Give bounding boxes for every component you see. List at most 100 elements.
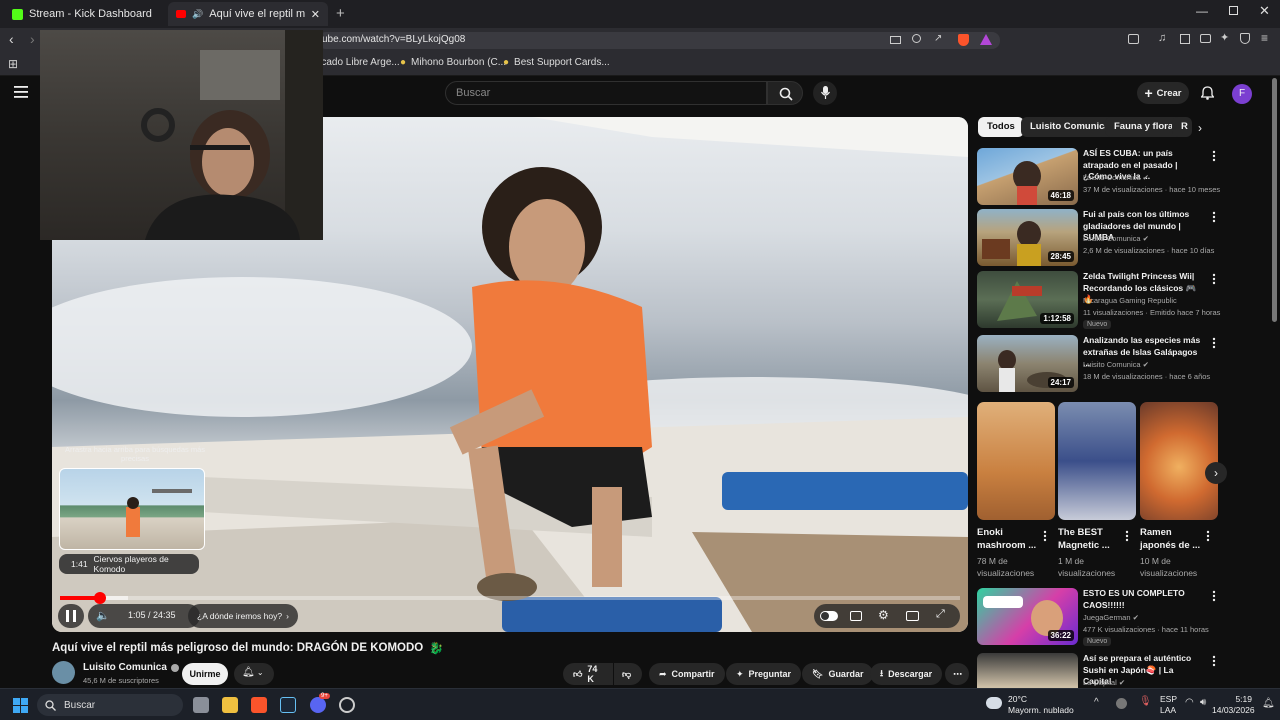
new-tab-button[interactable]: + [336,5,345,22]
more-vertical-icon[interactable] [1211,150,1217,162]
short-thumbnail-magnetic[interactable] [1058,402,1136,520]
steam-icon[interactable] [280,697,296,713]
download-button[interactable]: ⭳ Descargar [870,663,943,685]
miniplayer-icon[interactable] [906,611,919,621]
vpn-icon[interactable] [1240,33,1250,44]
short-title[interactable]: Ramen japonés de ... [1140,526,1202,552]
close-window-button[interactable]: ✕ [1259,3,1270,19]
notifications-bell-icon[interactable] [1201,86,1214,100]
menu-icon[interactable]: ≡ [1261,31,1268,45]
chip-all[interactable]: Todos [978,117,1024,137]
brave-browser-icon[interactable] [251,697,267,713]
recommendation-thumbnail[interactable]: 1:12:58 [977,271,1078,328]
discord-icon[interactable]: 9+ [310,693,330,713]
screenshot-icon[interactable] [1128,34,1139,44]
recommendation-thumbnail[interactable]: 24:17 [977,335,1078,392]
like-button[interactable]: 👍︎ 74 K [563,663,613,685]
chapter-button[interactable]: ¿A dónde iremos hoy? › [188,604,298,628]
weather-desc[interactable]: Mayorm. nublado [1008,705,1074,715]
recommendation-item[interactable]: 1:12:58 Zelda Twilight Princess Wii| Rec… [977,271,1267,333]
more-vertical-icon[interactable] [1211,211,1217,223]
more-vertical-icon[interactable] [1211,655,1217,667]
weather-temp[interactable]: 20°C [1008,694,1027,704]
pause-button[interactable] [58,604,84,628]
account-avatar[interactable]: F [1232,84,1252,104]
search-button[interactable] [767,81,803,105]
dislike-button[interactable]: 👎︎ [614,663,642,685]
recommendation-thumbnail[interactable]: 36:22 [977,588,1078,645]
maximize-button[interactable] [1229,6,1238,15]
music-icon[interactable]: ♫ [1158,32,1166,44]
share-button[interactable]: ➦ Compartir [649,663,725,685]
recommendation-thumbnail[interactable] [977,653,1078,688]
short-title[interactable]: The BEST Magnetic ... [1058,526,1120,552]
chip-more[interactable]: R [1172,117,1192,137]
search-input[interactable]: Buscar [445,81,767,105]
more-vertical-icon[interactable] [1205,530,1211,542]
file-explorer-icon[interactable] [222,697,238,713]
tab-kick-dashboard[interactable]: Stream - Kick Dashboard [4,2,164,26]
ask-button[interactable]: ✦ Preguntar [726,663,802,685]
shorts-next-button[interactable]: › [1205,462,1227,484]
recommendation-item[interactable]: 28:45 Fui al país con los últimos gladia… [977,209,1267,266]
leo-ai-icon[interactable]: ✦ [1220,31,1229,44]
save-button[interactable]: 🔖︎ Guardar [802,663,874,685]
keyboard-layout[interactable]: LAA [1160,705,1176,715]
language-code[interactable]: ESP [1160,694,1177,704]
wifi-icon[interactable]: ◠ [1185,697,1194,708]
hamburger-menu-icon[interactable] [14,86,28,98]
apps-icon[interactable]: ⊞ [8,57,18,71]
subtitles-icon[interactable] [850,611,862,621]
channel-avatar[interactable] [52,661,75,684]
join-button[interactable]: Unirme [182,663,228,685]
page-scrollbar[interactable] [1272,78,1277,322]
channel-name-row[interactable]: Luisito Comunica [83,662,179,673]
progress-scrubber[interactable] [94,592,106,604]
minimize-button[interactable]: — [1196,4,1208,18]
close-tab-icon[interactable]: ✕ [311,8,320,21]
more-actions-button[interactable]: ⋯ [945,663,969,685]
task-view-icon[interactable] [193,697,209,713]
brave-shield-icon[interactable] [958,34,969,46]
fullscreen-icon[interactable]: ⤢ [936,608,945,621]
recommendation-thumbnail[interactable]: 46:18 [977,148,1078,205]
bookmark-mihono[interactable]: ● Mihono Bourbon (C... [400,57,506,68]
zoom-icon[interactable] [912,34,921,43]
tray-app-icon[interactable] [1116,698,1127,709]
short-thumbnail-enoki[interactable] [977,402,1055,520]
recommendation-item[interactable]: 36:22 ESTO ES UN COMPLETO CAOS!!!!!! Jue… [977,588,1267,648]
obs-icon[interactable] [339,697,355,713]
back-icon[interactable]: ‹ [9,31,14,47]
autoplay-toggle[interactable] [820,611,838,621]
voice-search-button[interactable] [813,81,837,105]
brave-rewards-icon[interactable] [980,34,992,45]
more-vertical-icon[interactable] [1124,530,1130,542]
recommendation-item[interactable]: Así se prepara el auténtico Sushi en Jap… [977,653,1267,688]
more-vertical-icon[interactable] [1042,530,1048,542]
chip-fauna[interactable]: Fauna y flora [1105,117,1183,137]
url-field[interactable]: ube.com/watch?v=BLyLkojQg08 ↗ [318,32,1000,49]
taskbar-search[interactable]: Buscar [37,694,183,716]
volume-icon[interactable]: 🔊︎ [1200,697,1206,708]
chips-next-icon[interactable]: › [1198,121,1202,135]
clock-date[interactable]: 14/03/2026 [1212,705,1255,715]
short-thumbnail-ramen[interactable] [1140,402,1218,520]
bookmark-support-cards[interactable]: ● Best Support Cards... [503,57,610,68]
more-vertical-icon[interactable] [1211,590,1217,602]
progress-bar[interactable] [60,592,960,604]
clock-time[interactable]: 5:19 [1212,694,1252,704]
bookmark-mercado-libre[interactable]: rcado Libre Arge... [318,57,400,68]
more-vertical-icon[interactable] [1211,273,1217,285]
settings-gear-icon[interactable]: ⚙ [878,608,889,622]
tray-chevron-icon[interactable]: ^ [1094,697,1099,708]
short-title[interactable]: Enoki mashroom ... [977,526,1039,552]
microphone-icon[interactable]: 🎙︎ [1139,696,1152,707]
forward-icon[interactable]: › [30,31,35,47]
wallet-icon[interactable] [1200,34,1211,43]
tab-youtube-video[interactable]: 🔊 Aquí vive el reptil más peligroso ✕ [168,2,328,26]
recommendation-item[interactable]: 24:17 Analizando las especies más extrañ… [977,335,1267,392]
screencast-icon[interactable] [890,36,901,44]
create-button[interactable]: + Crear [1137,82,1189,104]
windows-start-icon[interactable] [13,698,28,713]
sidebar-icon[interactable] [1180,34,1190,44]
